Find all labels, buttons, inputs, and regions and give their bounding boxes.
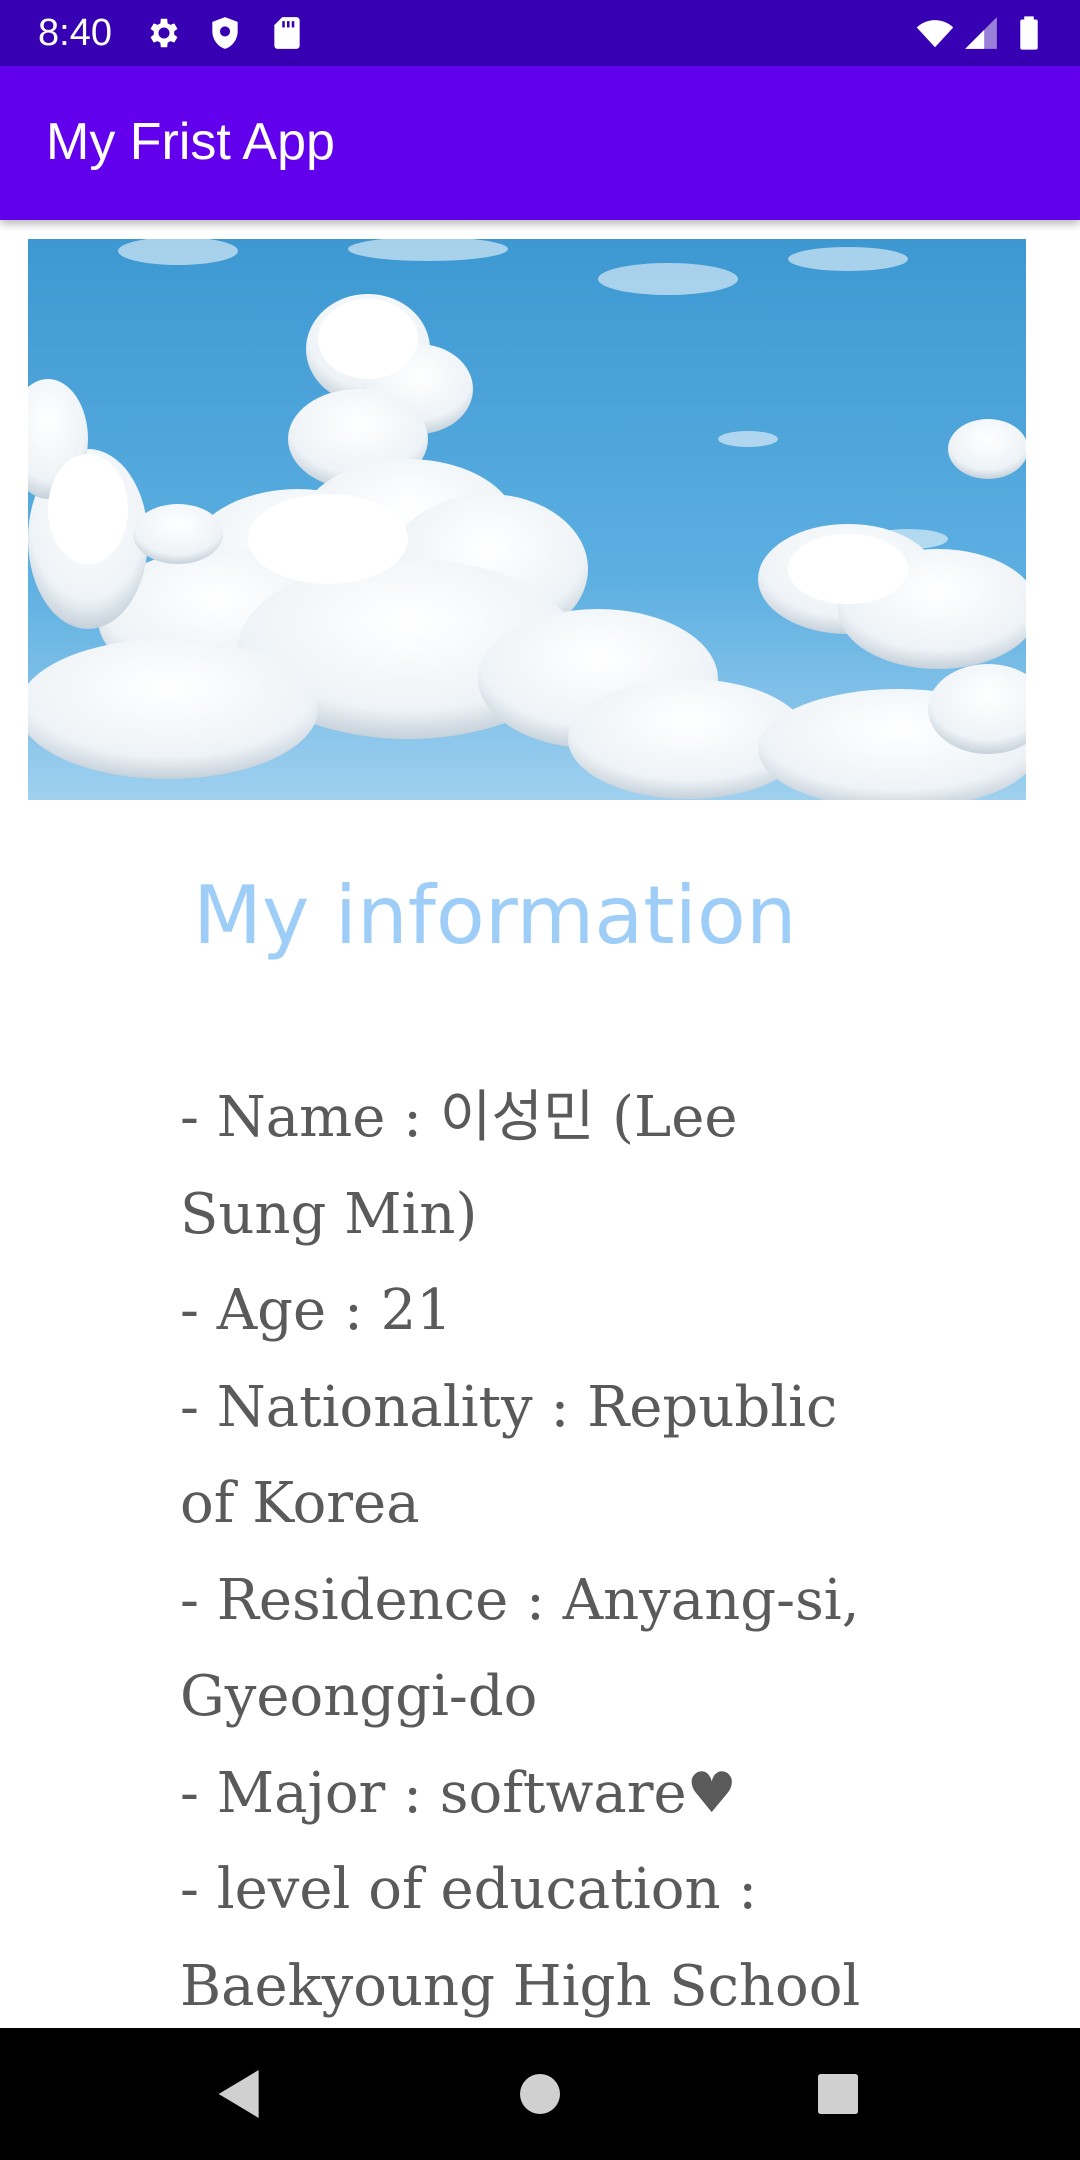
sky-clouds-image xyxy=(28,239,1026,800)
wifi-icon xyxy=(916,14,954,52)
info-line: - Age : 21 xyxy=(180,1278,452,1343)
app-bar: My Frist App xyxy=(0,66,1080,220)
status-bar: 8:40 xyxy=(0,0,1080,66)
info-line: - Name : 이성민 (Lee xyxy=(180,1085,738,1150)
info-line: Baekyoung High School xyxy=(180,1953,861,2019)
home-icon[interactable] xyxy=(508,2062,572,2126)
app-title: My Frist App xyxy=(46,113,335,171)
info-line: - Nationality : Republic xyxy=(180,1374,838,1440)
back-icon[interactable] xyxy=(208,2062,272,2126)
recents-icon[interactable] xyxy=(806,2062,870,2126)
content-area[interactable]: My information - Name : 이성민 (Lee Sung Mi… xyxy=(0,220,1080,2028)
info-line: - Major : software♥ xyxy=(180,1760,737,1826)
info-line: of Korea xyxy=(180,1471,420,1536)
signal-icon xyxy=(962,14,1000,52)
status-time: 8:40 xyxy=(38,12,112,54)
battery-icon xyxy=(1010,14,1048,52)
info-heading: My information xyxy=(193,869,797,962)
info-list: - Name : 이성민 (Lee Sung Min) - Age : 21 -… xyxy=(180,1070,900,2028)
shield-icon xyxy=(206,14,244,52)
info-line: Gyeonggi-do xyxy=(180,1664,538,1729)
info-line: - Residence : Anyang-si, xyxy=(180,1567,860,1633)
gear-icon xyxy=(145,14,183,52)
sd-card-icon xyxy=(268,14,306,52)
info-line: Sung Min) xyxy=(180,1181,478,1247)
info-line: - level of education : xyxy=(180,1857,758,1922)
navigation-bar xyxy=(0,2028,1080,2160)
